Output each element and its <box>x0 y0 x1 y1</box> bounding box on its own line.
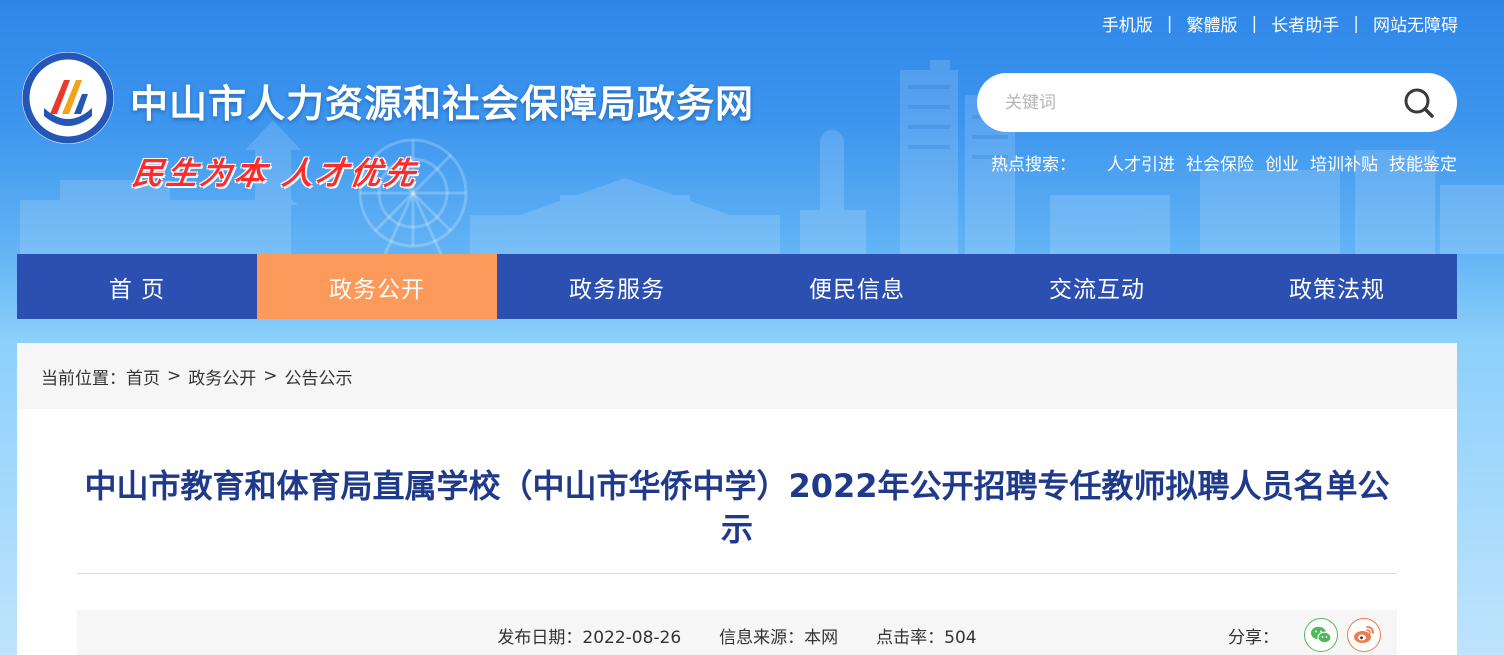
click-count-label: 点击率： <box>876 627 945 648</box>
info-source-label: 信息来源： <box>719 627 805 648</box>
traditional-chinese-link[interactable]: 繁體版 <box>1187 11 1238 36</box>
info-source-value: 本网 <box>804 627 839 648</box>
main-content: 当前位置： 首页 > 政务公开 > 公告公示 中山市教育和体育局直属学校（中山市… <box>17 343 1457 655</box>
hot-search-label: 热点搜索： <box>991 155 1076 175</box>
hot-search-skill-appraisal[interactable]: 技能鉴定 <box>1389 150 1457 175</box>
hot-search-training-subsidy[interactable]: 培训补贴 <box>1310 150 1378 175</box>
publish-date: 发布日期：2022-08-26 <box>497 623 681 648</box>
search-icon <box>1404 88 1434 118</box>
hot-search: 热点搜索： 人才引进 社会保险 创业 培训补贴 技能鉴定 <box>991 150 1457 175</box>
site-header: 手机版 | 繁體版 | 长者助手 | 网站无障碍 中山市人力资源和社会保障局政务… <box>0 0 1504 254</box>
link-separator: | <box>1353 13 1359 34</box>
hot-search-startup[interactable]: 创业 <box>1265 150 1299 175</box>
bureau-emblem-icon[interactable] <box>20 50 116 146</box>
search-input[interactable] <box>1005 92 1401 113</box>
nav-policies[interactable]: 政策法规 <box>1217 254 1457 319</box>
breadcrumb-separator: > <box>263 366 278 386</box>
share-label: 分享： <box>1228 627 1279 648</box>
accessibility-link[interactable]: 网站无障碍 <box>1373 11 1458 36</box>
breadcrumb-label: 当前位置： <box>41 368 126 389</box>
nav-government-services[interactable]: 政务服务 <box>497 254 737 319</box>
link-separator: | <box>1166 13 1173 34</box>
share-wechat-button[interactable] <box>1304 618 1338 652</box>
mobile-version-link[interactable]: 手机版 <box>1102 11 1153 36</box>
share-weibo-button[interactable] <box>1347 618 1381 652</box>
nav-home[interactable]: 首 页 <box>17 254 257 319</box>
link-separator: | <box>1251 13 1258 34</box>
hot-search-social-insurance[interactable]: 社会保险 <box>1186 150 1254 175</box>
article-title: 中山市教育和体育局直属学校（中山市华侨中学）2022年公开招聘专任教师拟聘人员名… <box>84 467 1390 548</box>
site-title[interactable]: 中山市人力资源和社会保障局政务网 <box>130 73 754 128</box>
breadcrumb: 当前位置： 首页 > 政务公开 > 公告公示 <box>17 343 1457 409</box>
title-divider <box>77 573 1397 574</box>
elderly-assistant-link[interactable]: 长者助手 <box>1271 11 1339 36</box>
nav-government-affairs[interactable]: 政务公开 <box>257 254 497 319</box>
site-slogan: 民生为本 人才优先 <box>129 156 421 192</box>
wechat-icon <box>1311 626 1332 644</box>
click-count-value: 504 <box>944 627 977 648</box>
click-count: 点击率：504 <box>876 623 976 648</box>
breadcrumb-announcements[interactable]: 公告公示 <box>285 364 353 389</box>
breadcrumb-home[interactable]: 首页 <box>126 364 160 389</box>
hot-search-talent[interactable]: 人才引进 <box>1107 150 1175 175</box>
weibo-icon <box>1354 626 1374 643</box>
share-area: 分享： <box>1228 610 1381 655</box>
main-nav: 首 页 政务公开 政务服务 便民信息 交流互动 政策法规 <box>17 254 1457 319</box>
nav-public-info[interactable]: 便民信息 <box>737 254 977 319</box>
article-meta-info: 发布日期：2022-08-26 信息来源：本网 点击率：504 <box>77 610 1397 655</box>
nav-interaction[interactable]: 交流互动 <box>977 254 1217 319</box>
article-meta: 发布日期：2022-08-26 信息来源：本网 点击率：504 分享： <box>77 610 1397 655</box>
publish-date-value: 2022-08-26 <box>582 627 682 648</box>
publish-date-label: 发布日期： <box>497 627 583 648</box>
breadcrumb-separator: > <box>167 366 182 386</box>
utility-links: 手机版 | 繁體版 | 长者助手 | 网站无障碍 <box>1102 11 1458 37</box>
search-button[interactable] <box>1401 85 1437 121</box>
info-source: 信息来源：本网 <box>719 623 838 648</box>
search-box <box>977 73 1457 132</box>
breadcrumb-government-affairs[interactable]: 政务公开 <box>188 364 256 389</box>
